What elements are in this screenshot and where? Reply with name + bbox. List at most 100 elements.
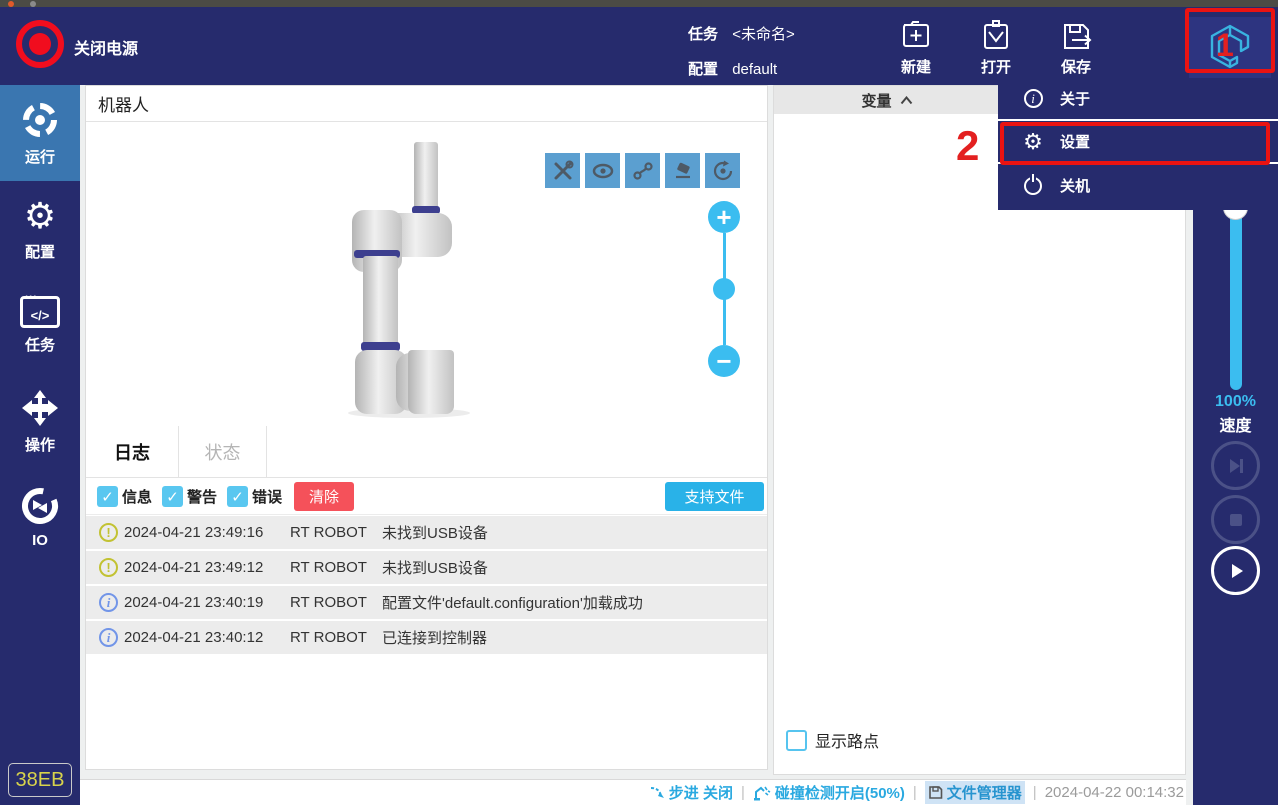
menu-item-shutdown[interactable]: 关机 [998,164,1278,207]
status-badge: 38EB [8,763,72,797]
save-button[interactable]: 保存 [1044,19,1108,77]
clear-log-button[interactable]: 清除 [294,482,355,511]
path-icon [632,161,653,180]
statusbar-clock: 2024-04-22 00:14:32 [1044,784,1184,801]
zoom-in-button[interactable]: + [708,201,740,233]
zoom-slider-track[interactable] [713,233,735,345]
speed-label: 速度 [1219,418,1252,435]
config-label: 配置 [688,61,719,78]
config-value: default [732,61,778,78]
new-file-icon [903,21,929,47]
filter-info-checkbox[interactable]: ✓ [97,486,118,507]
open-file-icon [984,20,1008,49]
sidebar-item-run[interactable]: 运行 [0,85,80,181]
zoom-slider-thumb[interactable] [713,278,735,300]
viewport-toolbar [545,153,740,188]
task-label: 任务 [688,26,719,43]
app-window: 关闭电源 任务 <未命名> 配置 default 新建 打开 保存 运行 ⚙ 配… [0,0,1278,805]
show-waypoints-checkbox[interactable]: ✓ [786,729,807,751]
move-arrows-icon [22,389,58,426]
zoom-out-button[interactable]: − [708,345,740,377]
warning-icon: ! [99,558,118,577]
filter-warning-checkbox[interactable]: ✓ [162,486,184,507]
stop-button[interactable] [1211,495,1260,544]
viewport-zoom-control: + − [707,201,741,377]
left-sidebar: 运行 ⚙ 配置 </> 任务 操作 IO 38EB [0,85,80,805]
power-icon [1024,172,1042,195]
rotate-icon [713,160,732,180]
step-forward-button[interactable] [1211,441,1260,490]
step-forward-icon [1229,458,1243,473]
filter-error-label: 错误 [252,489,283,506]
log-filterbar: ✓ 信息 ✓ 警告 ✓ 错误 清除 支持文件 [86,479,767,515]
power-button[interactable] [16,20,64,68]
menu-item-settings[interactable]: ⚙ 设置 [998,121,1278,164]
info-icon: i [99,628,118,647]
log-row[interactable]: ! 2024-04-21 23:49:12 RT ROBOT 未找到USB设备 [86,551,767,584]
log-row[interactable]: ! 2024-04-21 23:49:16 RT ROBOT 未找到USB设备 [86,516,767,549]
sidebar-item-task[interactable]: </> 任务 [0,277,80,373]
tab-log[interactable]: 日志 [86,426,179,478]
filter-info-label: 信息 [122,489,153,506]
support-file-button[interactable]: 支持文件 [665,482,764,511]
sidebar-item-config[interactable]: ⚙ 配置 [0,181,80,277]
variables-title: 变量 [861,92,892,110]
rotate-view-button[interactable] [705,153,740,188]
path-button[interactable] [625,153,660,188]
info-icon: i [1023,89,1043,108]
bottom-statusbar: 步进 关闭 | 碰撞检测开启(50%) | 文件管理器 | 2024-04-22… [80,779,1186,805]
collision-detection-status[interactable]: 碰撞检测开启(50%) [753,782,905,803]
eye-icon [592,163,613,178]
filter-warning-label: 警告 [187,489,218,506]
play-icon [1231,563,1243,578]
log-list: ! 2024-04-21 23:49:16 RT ROBOT 未找到USB设备 … [86,516,767,656]
window-title-strip [0,0,1278,7]
task-value: <未命名> [732,26,795,43]
top-navbar: 关闭电源 任务 <未命名> 配置 default 新建 打开 保存 [0,7,1278,85]
sidebar-item-operate[interactable]: 操作 [0,373,80,469]
robot-panel-title: 机器人 [86,86,767,122]
open-button[interactable]: 打开 [964,19,1028,77]
io-swap-icon [22,487,58,524]
file-manager-button[interactable]: 文件管理器 [924,781,1025,804]
step-mode-status[interactable]: 步进 关闭 [649,782,733,803]
power-button-label: 关闭电源 [74,41,139,58]
run-icon [23,102,57,137]
visibility-button[interactable] [585,153,620,188]
tab-status[interactable]: 状态 [179,426,267,478]
play-button[interactable] [1211,546,1260,595]
filter-error-checkbox[interactable]: ✓ [227,486,249,507]
chevron-up-icon [900,95,912,104]
log-tabbar: 日志 状态 [86,426,767,478]
speed-slider-track[interactable] [1230,200,1242,390]
log-row[interactable]: i 2024-04-21 23:40:12 RT ROBOT 已连接到控制器 [86,621,767,654]
tools-button[interactable] [545,153,580,188]
config-gear-icon: ⚙ [23,194,57,236]
robot-panel: 机器人 + − 日志 状态 ✓ 信息 ✓ 警告 ✓ 错误 清除 支持文件 ! 2… [85,85,768,770]
show-waypoints-label: 显示路点 [815,734,880,751]
stop-icon [1229,513,1242,526]
save-file-icon [1064,24,1092,49]
gear-icon: ⚙ [1023,128,1043,154]
app-dropdown-menu: i 关于 ⚙ 设置 关机 [998,78,1278,210]
collision-icon [753,786,771,800]
new-button[interactable]: 新建 [884,19,948,77]
robot-3d-viewport[interactable]: + − [86,122,767,426]
eraser-icon [675,162,690,178]
config-row: 配置 default [688,58,777,79]
menu-item-about[interactable]: i 关于 [998,78,1278,121]
warning-icon: ! [99,523,118,542]
info-icon: i [99,593,118,612]
file-manager-icon [928,786,943,799]
tools-icon [554,160,573,179]
log-row[interactable]: i 2024-04-21 23:40:19 RT ROBOT 配置文件'defa… [86,586,767,619]
sidebar-item-io[interactable]: IO [0,469,80,565]
task-row: 任务 <未命名> [688,23,795,44]
variables-header[interactable]: 变量 [774,86,1000,114]
erase-button[interactable] [665,153,700,188]
task-code-icon: </> [20,292,60,328]
show-waypoints-row: ✓ 显示路点 [786,728,879,752]
app-menu-button[interactable] [1189,17,1271,79]
brand-cube-icon [1210,24,1250,69]
step-mode-icon [650,786,664,798]
